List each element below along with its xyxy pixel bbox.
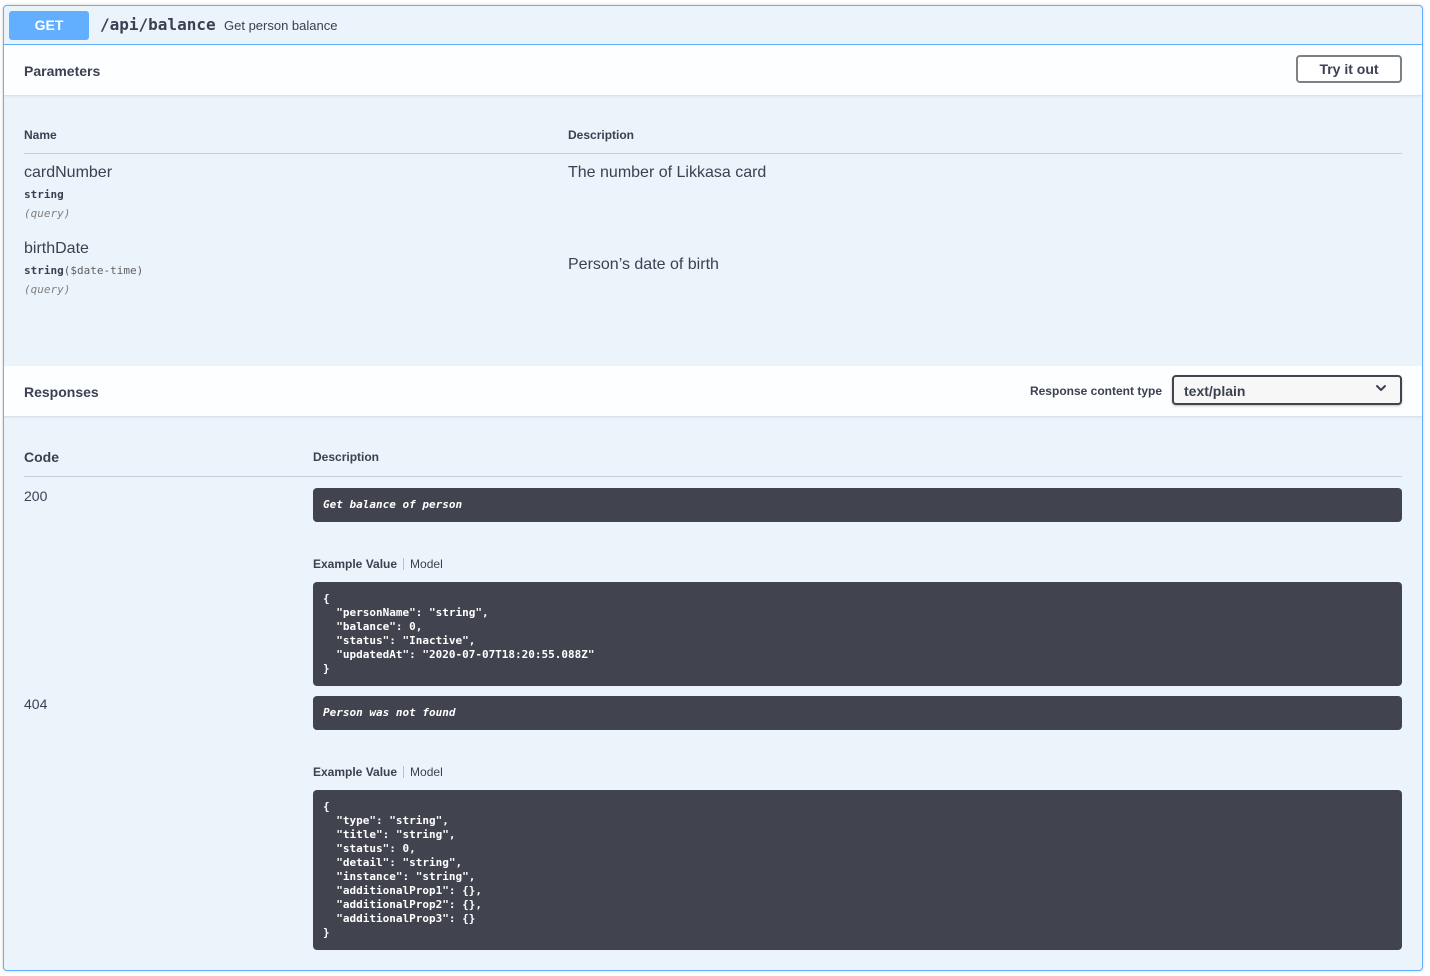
param-name: cardNumber — [24, 164, 113, 181]
example-value-code: { "type": "string", "title": "string", "… — [323, 800, 482, 939]
tab-example-value[interactable]: Example Value — [313, 765, 397, 779]
tab-example-value[interactable]: Example Value — [313, 557, 397, 571]
chevron-down-icon — [1376, 385, 1386, 391]
param-type-name: string — [24, 188, 64, 201]
param-location: (query) — [24, 283, 71, 296]
response-content-type-label: Response content type — [1029, 384, 1162, 398]
param-type-name: string — [24, 264, 64, 277]
tab-model[interactable]: Model — [410, 557, 443, 571]
parameters-header: Parameters Try it out — [4, 45, 1422, 96]
param-col-description: Description — [568, 128, 635, 142]
response-description-box: Person was not found — [313, 696, 1402, 730]
example-value-block: { "type": "string", "title": "string", "… — [313, 790, 1402, 950]
response-code: 200 — [24, 488, 48, 504]
response-content-type-value: text/plain — [1184, 383, 1246, 399]
param-location: (query) — [24, 207, 71, 220]
http-method-badge: GET — [9, 11, 89, 40]
tab-separator — [403, 558, 405, 570]
tab-separator — [403, 766, 405, 778]
param-description: The number of Likkasa card — [568, 164, 767, 181]
example-value-block: { "personName": "string", "balance": 0, … — [313, 582, 1402, 686]
param-header-divider — [24, 153, 1402, 154]
example-model-tabs: Example Value Model — [313, 765, 443, 779]
response-content-type-select[interactable]: text/plain — [1172, 375, 1402, 405]
param-type: string — [24, 188, 64, 201]
response-col-description: Description — [313, 450, 380, 464]
param-col-name: Name — [24, 128, 57, 142]
response-header-divider — [24, 476, 1402, 477]
example-value-code: { "personName": "string", "balance": 0, … — [323, 592, 595, 675]
example-model-tabs: Example Value Model — [313, 557, 443, 571]
param-description: Person’s date of birth — [568, 256, 719, 273]
tab-model[interactable]: Model — [410, 765, 443, 779]
response-code: 404 — [24, 696, 48, 712]
operation-block: GET /api/balance Get person balance Para… — [3, 5, 1423, 971]
response-description-box: Get balance of person — [313, 488, 1402, 522]
param-type: string($date-time) — [24, 264, 143, 277]
operation-summary-text: Get person balance — [224, 18, 338, 33]
param-type-format: ($date-time) — [63, 264, 144, 277]
responses-header: Responses Response content type text/pla… — [4, 366, 1422, 417]
response-col-code: Code — [24, 449, 59, 465]
operation-summary[interactable]: GET /api/balance Get person balance — [4, 6, 1422, 45]
response-description: Person was not found — [323, 706, 456, 719]
parameters-title: Parameters — [24, 63, 101, 79]
operation-path: /api/balance — [100, 15, 216, 34]
response-description: Get balance of person — [323, 498, 463, 511]
try-it-out-button[interactable]: Try it out — [1296, 55, 1402, 83]
param-name: birthDate — [24, 240, 89, 257]
responses-title: Responses — [24, 384, 99, 400]
